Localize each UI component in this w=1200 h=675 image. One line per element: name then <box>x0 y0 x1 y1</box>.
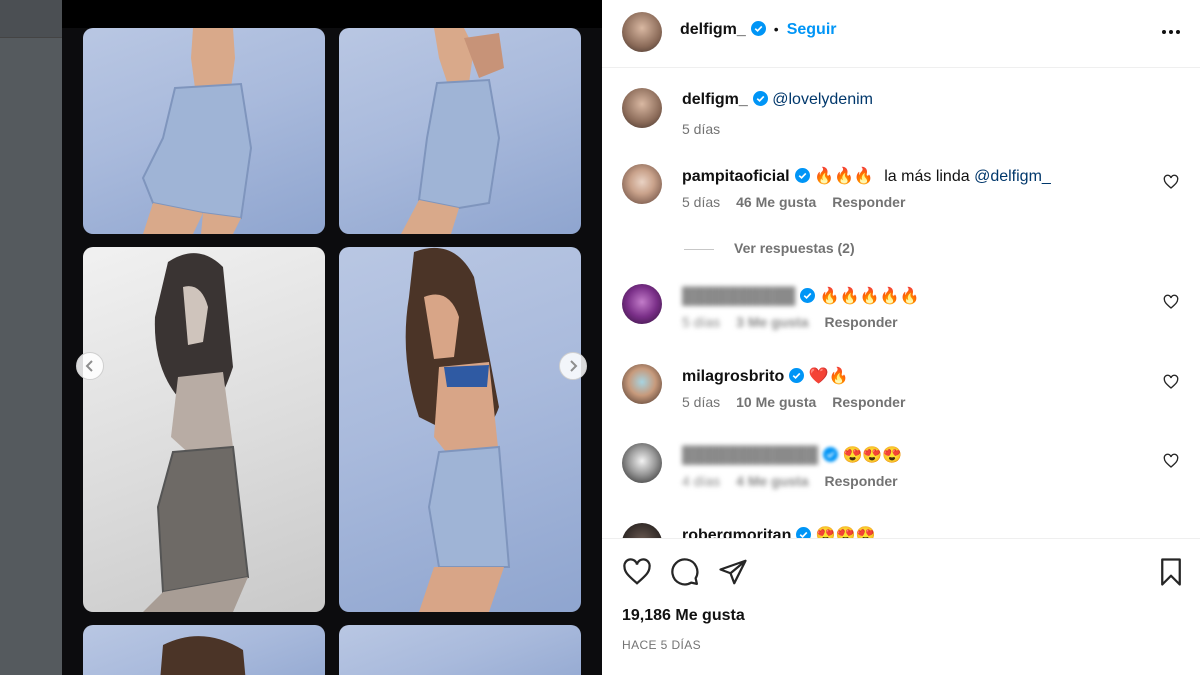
photo-tile <box>339 625 581 675</box>
comment-emojis: ❤️🔥 <box>808 368 849 385</box>
comment-username[interactable]: pampitaoficial <box>682 168 790 185</box>
photo-tile <box>339 28 581 234</box>
avatar[interactable] <box>622 12 662 52</box>
like-comment-heart-icon[interactable] <box>1163 453 1179 469</box>
photo-tile <box>83 625 325 675</box>
chevron-left-icon <box>85 360 93 372</box>
instagram-post-window: delfigm_ • Seguir delfigm_ @lovelydenim 5 … <box>0 0 1200 675</box>
comment-emojis: 🔥🔥🔥🔥🔥 <box>819 288 920 305</box>
verified-badge-icon <box>794 168 810 183</box>
post-time: HACE 5 DÍAS <box>622 638 702 652</box>
caption-mention-link[interactable]: @lovelydenim <box>772 91 873 108</box>
avatar[interactable] <box>622 523 662 538</box>
caption: delfigm_ @lovelydenim 5 días <box>622 88 1182 148</box>
header-username[interactable]: delfigm_ <box>680 21 746 38</box>
comment-likes[interactable]: 3 Me gusta <box>736 314 808 330</box>
comment-icon[interactable] <box>670 557 700 587</box>
verified-badge-icon <box>796 527 812 538</box>
comment-likes[interactable]: 10 Me gusta <box>736 394 816 410</box>
comment-text: la más linda <box>884 168 970 185</box>
comment-time: 4 días <box>682 473 721 489</box>
dimmed-background <box>0 0 62 675</box>
like-comment-heart-icon[interactable] <box>1163 374 1179 390</box>
view-replies-button[interactable]: Ver respuestas (2) <box>684 240 855 256</box>
comment-likes[interactable]: 4 Me gusta <box>736 473 808 489</box>
comment-time: 5 días <box>682 314 721 330</box>
avatar[interactable] <box>622 364 662 404</box>
comment-username[interactable]: robergmoritan <box>682 527 791 538</box>
bookmark-icon[interactable] <box>1156 557 1186 587</box>
verified-badge-icon <box>800 288 816 303</box>
verified-badge-icon <box>823 447 839 462</box>
reply-button[interactable]: Responder <box>825 314 898 330</box>
like-comment-heart-icon[interactable] <box>1163 294 1179 310</box>
avatar[interactable] <box>622 88 662 128</box>
reply-button[interactable]: Responder <box>825 473 898 489</box>
comment-item: milagrosbrito ❤️🔥 5 días 10 Me gusta Respo… <box>622 364 1182 424</box>
heart-icon[interactable] <box>622 557 652 587</box>
comment-item: pampitaoficial 🔥🔥🔥 la más linda @delfigm… <box>622 164 1182 224</box>
comment-username[interactable]: ████████████ <box>682 447 818 464</box>
post-media[interactable] <box>62 0 602 675</box>
like-comment-heart-icon[interactable] <box>1163 174 1179 190</box>
avatar[interactable] <box>622 164 662 204</box>
comments-section[interactable]: delfigm_ @lovelydenim 5 días pampitaofic… <box>602 68 1200 538</box>
follow-button[interactable]: Seguir <box>787 21 837 38</box>
post-header: delfigm_ • Seguir <box>602 0 1200 68</box>
verified-badge-icon <box>750 21 766 36</box>
next-arrow-button[interactable] <box>559 352 587 380</box>
separator-dot: • <box>773 21 779 37</box>
more-options-icon[interactable] <box>1162 30 1180 34</box>
comment-item: robergmoritan 😍😍😍 <box>622 523 1182 538</box>
comment-time: 5 días <box>682 194 721 210</box>
prev-arrow-button[interactable] <box>76 352 104 380</box>
comment-emojis: 😍😍😍 <box>815 527 876 538</box>
comment-item: ████████████ 😍😍😍 4 días 4 Me gusta Respond… <box>622 443 1182 503</box>
comment-likes[interactable]: 46 Me gusta <box>736 194 816 210</box>
media-top-bar <box>62 0 602 28</box>
reply-button[interactable]: Responder <box>832 194 905 210</box>
comment-username[interactable]: ██████████ <box>682 288 795 305</box>
post-details-panel: delfigm_ • Seguir delfigm_ @lovelydenim 5 … <box>602 0 1200 675</box>
comment-emojis: 🔥🔥🔥 <box>814 168 874 185</box>
photo-tile <box>83 247 325 612</box>
verified-badge-icon <box>789 368 805 383</box>
likes-count[interactable]: 19,186 Me gusta <box>622 607 745 625</box>
reply-button[interactable]: Responder <box>832 394 905 410</box>
post-actions: 19,186 Me gusta HACE 5 DÍAS <box>602 538 1200 675</box>
photo-tile <box>339 247 581 612</box>
share-icon[interactable] <box>718 557 748 587</box>
comment-username[interactable]: milagrosbrito <box>682 368 784 385</box>
photo-tile <box>83 28 325 234</box>
comment-emojis: 😍😍😍 <box>842 447 903 464</box>
avatar[interactable] <box>622 284 662 324</box>
comment-item: ██████████ 🔥🔥🔥🔥🔥 5 días 3 Me gusta Respond… <box>622 284 1182 344</box>
comment-mention-link[interactable]: @delfigm_ <box>974 168 1051 185</box>
avatar[interactable] <box>622 443 662 483</box>
verified-badge-icon <box>752 91 768 106</box>
chevron-right-icon <box>570 360 578 372</box>
caption-time: 5 días <box>682 121 721 137</box>
caption-username[interactable]: delfigm_ <box>682 91 748 108</box>
dimmed-top-bar <box>0 0 62 38</box>
comment-time: 5 días <box>682 394 721 410</box>
